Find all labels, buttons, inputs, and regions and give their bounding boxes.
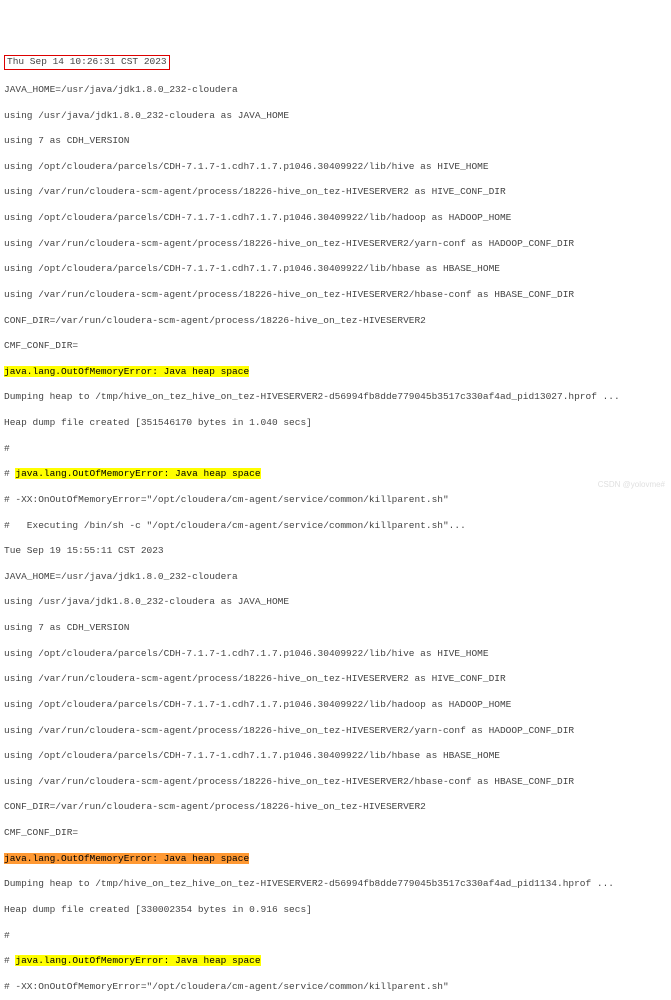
log-line: # -XX:OnOutOfMemoryError="/opt/cloudera/… bbox=[4, 494, 667, 507]
log-line: using /var/run/cloudera-scm-agent/proces… bbox=[4, 289, 667, 302]
heap-dump-line: Dumping heap to /tmp/hive_on_tez_hive_on… bbox=[4, 391, 667, 404]
log-line: using /var/run/cloudera-scm-agent/proces… bbox=[4, 776, 667, 789]
log-line: using /var/run/cloudera-scm-agent/proces… bbox=[4, 238, 667, 251]
timestamp-line: Tue Sep 19 15:55:11 CST 2023 bbox=[4, 545, 667, 558]
heap-dump-line: Heap dump file created [351546170 bytes … bbox=[4, 417, 667, 430]
hash-prefix: # bbox=[4, 468, 15, 479]
log-line: CONF_DIR=/var/run/cloudera-scm-agent/pro… bbox=[4, 315, 667, 328]
log-line: using 7 as CDH_VERSION bbox=[4, 622, 667, 635]
log-line: JAVA_HOME=/usr/java/jdk1.8.0_232-clouder… bbox=[4, 571, 667, 584]
oom-error: java.lang.OutOfMemoryError: Java heap sp… bbox=[4, 853, 249, 864]
timestamp-box: Thu Sep 14 10:26:31 CST 2023 bbox=[4, 55, 170, 70]
oom-error: java.lang.OutOfMemoryError: Java heap sp… bbox=[4, 366, 249, 377]
log-line: # bbox=[4, 443, 667, 456]
heap-dump-line: Heap dump file created [330002354 bytes … bbox=[4, 904, 667, 917]
oom-error: java.lang.OutOfMemoryError: Java heap sp… bbox=[15, 955, 260, 966]
log-line: using /opt/cloudera/parcels/CDH-7.1.7-1.… bbox=[4, 263, 667, 276]
log-line: using /opt/cloudera/parcels/CDH-7.1.7-1.… bbox=[4, 750, 667, 763]
log-line: # Executing /bin/sh -c "/opt/cloudera/cm… bbox=[4, 520, 667, 533]
log-line: using /opt/cloudera/parcels/CDH-7.1.7-1.… bbox=[4, 212, 667, 225]
log-line: CONF_DIR=/var/run/cloudera-scm-agent/pro… bbox=[4, 801, 667, 814]
log-line: using /var/run/cloudera-scm-agent/proces… bbox=[4, 725, 667, 738]
log-line: # -XX:OnOutOfMemoryError="/opt/cloudera/… bbox=[4, 981, 667, 994]
log-line: using /usr/java/jdk1.8.0_232-cloudera as… bbox=[4, 596, 667, 609]
hash-prefix: # bbox=[4, 955, 15, 966]
log-line: # bbox=[4, 930, 667, 943]
log-line: using /var/run/cloudera-scm-agent/proces… bbox=[4, 186, 667, 199]
log-line: using /opt/cloudera/parcels/CDH-7.1.7-1.… bbox=[4, 699, 667, 712]
log-line: CMF_CONF_DIR= bbox=[4, 827, 667, 840]
log-line: using /usr/java/jdk1.8.0_232-cloudera as… bbox=[4, 110, 667, 123]
log-line: CMF_CONF_DIR= bbox=[4, 340, 667, 353]
log-line: using /opt/cloudera/parcels/CDH-7.1.7-1.… bbox=[4, 161, 667, 174]
log-line: JAVA_HOME=/usr/java/jdk1.8.0_232-clouder… bbox=[4, 84, 667, 97]
log-line: using /var/run/cloudera-scm-agent/proces… bbox=[4, 673, 667, 686]
log-line: using /opt/cloudera/parcels/CDH-7.1.7-1.… bbox=[4, 648, 667, 661]
watermark: CSDN @yolovme# bbox=[598, 480, 665, 491]
log-line: using 7 as CDH_VERSION bbox=[4, 135, 667, 148]
heap-dump-line: Dumping heap to /tmp/hive_on_tez_hive_on… bbox=[4, 878, 667, 891]
oom-error: java.lang.OutOfMemoryError: Java heap sp… bbox=[15, 468, 260, 479]
